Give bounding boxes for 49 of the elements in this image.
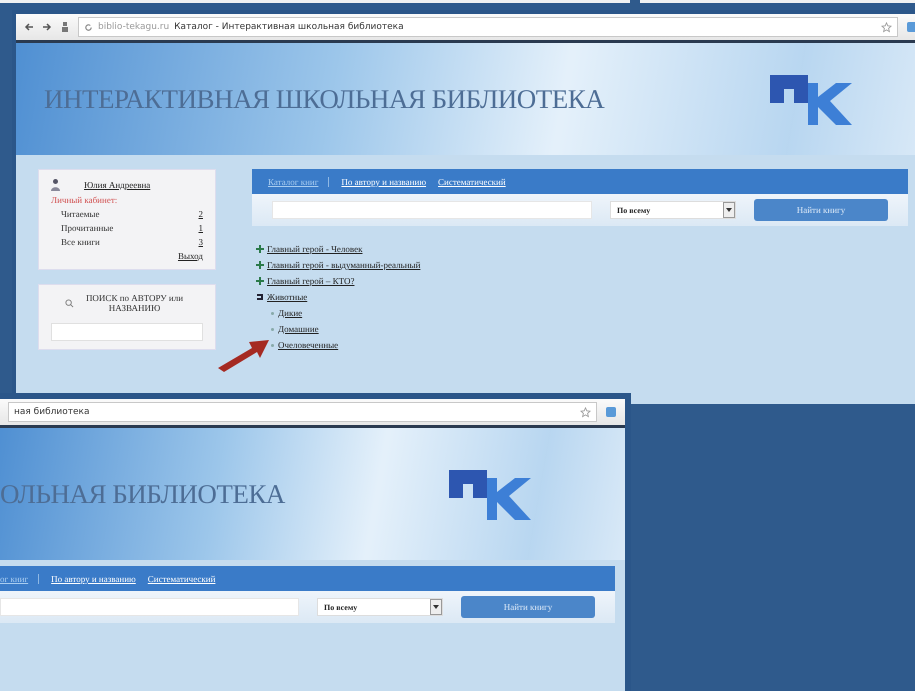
browser-logo-icon[interactable] — [60, 21, 70, 33]
extension-icon[interactable] — [605, 406, 617, 418]
nav-link[interactable]: По автору и названию — [341, 176, 426, 186]
star-icon[interactable] — [881, 22, 892, 32]
stat-label: Все книги — [60, 237, 100, 247]
back-icon[interactable] — [24, 22, 34, 32]
stat-count[interactable]: 2 — [198, 209, 203, 219]
nav-link[interactable]: По автору и названию — [51, 574, 136, 584]
tree-link[interactable]: Дикие — [278, 308, 302, 318]
scope-select[interactable]: По всему — [317, 598, 443, 616]
bullet-icon — [270, 310, 275, 316]
stat-count[interactable]: 1 — [198, 223, 203, 233]
plus-icon[interactable] — [256, 277, 264, 285]
star-icon[interactable] — [580, 406, 591, 418]
author-search-field[interactable] — [51, 323, 203, 341]
bullet-icon — [270, 326, 275, 332]
scope-select[interactable]: По всему — [610, 201, 736, 219]
nav-link[interactable]: Систематический — [438, 176, 506, 186]
cabinet-label: Личный кабинет: — [51, 195, 118, 205]
expanded-icon[interactable] — [256, 293, 264, 301]
stat-count[interactable]: 3 — [198, 237, 203, 247]
site-title: ИНТЕРАКТИВНАЯ ШКОЛЬНАЯ БИБЛИОТЕКА — [44, 84, 604, 114]
tree-link[interactable]: Главный герой - выдуманный-реальный — [267, 260, 420, 270]
dropdown-icon[interactable] — [723, 202, 735, 218]
forward-icon[interactable] — [42, 22, 52, 32]
tree-link[interactable]: Домашние — [278, 324, 319, 334]
stat-label: Прочитанные — [60, 223, 114, 233]
tree-link[interactable]: Очеловеченные — [278, 340, 338, 350]
search-icon — [64, 298, 74, 308]
reload-icon[interactable] — [84, 22, 93, 32]
extension-icon[interactable] — [906, 21, 915, 33]
site-title: ОЛЬНАЯ БИБЛИОТЕКА — [0, 478, 285, 510]
logout-link[interactable]: Выход — [178, 251, 203, 261]
plus-icon[interactable] — [256, 261, 264, 269]
tree-link[interactable]: Главный герой – КТО? — [267, 276, 354, 286]
plus-icon[interactable] — [256, 245, 264, 253]
address-bar[interactable]: biblio-tekagu.ru Каталог - Интерактивная школьная библиотека — [78, 17, 898, 37]
author-search-title: ПОИСК по АВТОРУ или НАЗВАНИЮ — [84, 293, 184, 313]
search-field[interactable] — [272, 201, 592, 219]
user-icon — [51, 178, 60, 191]
tree-link[interactable]: Главный герой - Человек — [267, 244, 362, 254]
dropdown-icon[interactable] — [430, 599, 442, 615]
stat-label: Читаемые — [60, 209, 100, 219]
address-bar[interactable]: ная библиотека — [8, 402, 597, 422]
nav-link[interactable]: Систематический — [148, 574, 216, 584]
tree-link[interactable]: Животные — [267, 292, 308, 302]
search-field[interactable] — [0, 598, 299, 616]
bullet-icon — [270, 342, 275, 348]
user-name[interactable]: Юлия Андреевна — [84, 180, 150, 190]
